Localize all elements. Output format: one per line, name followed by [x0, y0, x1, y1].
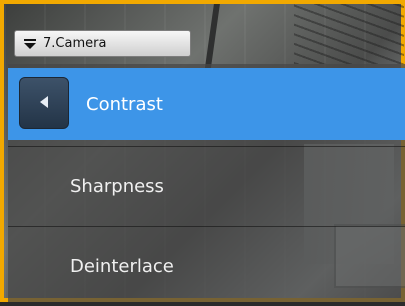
settings-menu: Contrast Sharpness Deinterlace — [8, 64, 405, 302]
scene-cables — [294, 4, 404, 64]
menu-item-label: Contrast — [86, 93, 163, 115]
menu-item-sharpness[interactable]: Sharpness — [8, 146, 405, 226]
menu-item-label: Sharpness — [70, 176, 164, 197]
menu-item-label: Deinterlace — [70, 256, 174, 277]
camera-selector[interactable]: 7.Camera — [14, 30, 191, 57]
camera-selector-label: 7.Camera — [43, 36, 107, 51]
back-button[interactable] — [19, 77, 69, 129]
chevron-left-icon — [38, 93, 50, 114]
menu-item-deinterlace[interactable]: Deinterlace — [8, 226, 405, 306]
menu-item-contrast[interactable]: Contrast — [8, 68, 405, 140]
dropdown-icon — [23, 37, 37, 51]
